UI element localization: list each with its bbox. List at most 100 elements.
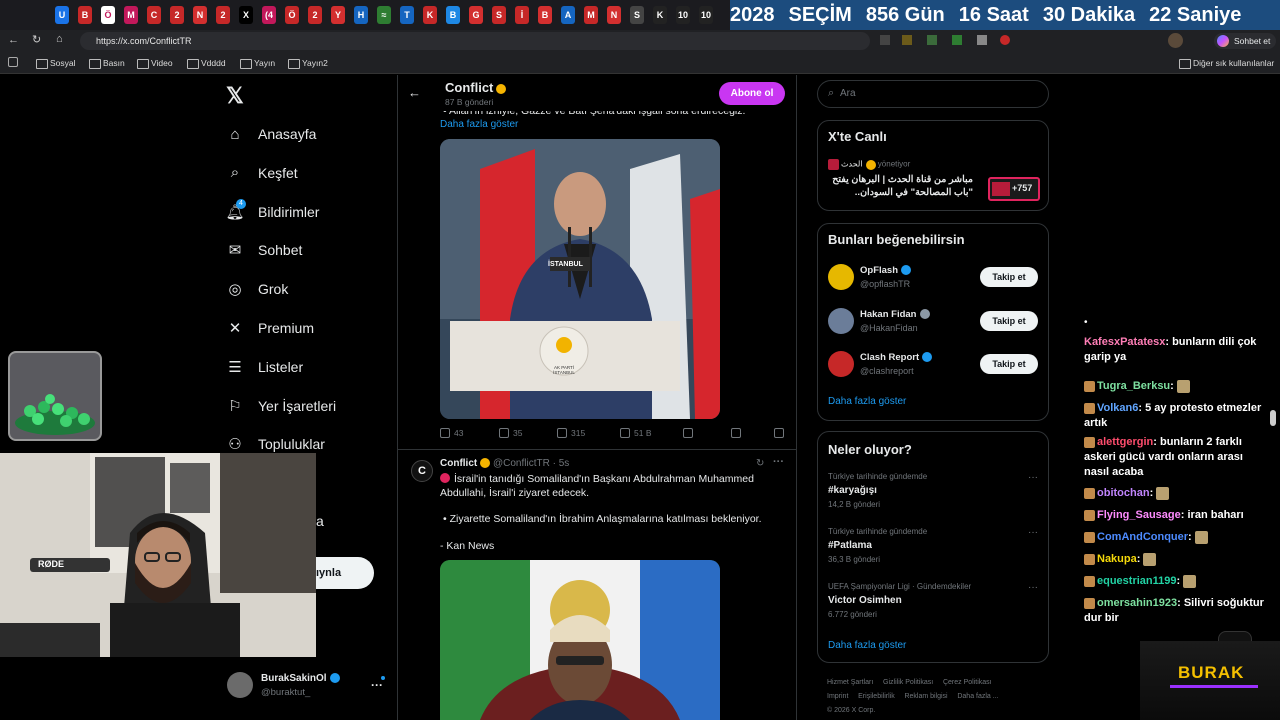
search-input[interactable]: Ara	[840, 88, 856, 99]
browser-tab[interactable]: (4	[262, 6, 276, 24]
trend-more-icon[interactable]: ···	[1028, 582, 1038, 593]
account-menu-icon[interactable]: ···	[371, 678, 383, 692]
trend-title[interactable]: #Patlama	[828, 540, 872, 551]
trend-title[interactable]: #karyağışı	[828, 485, 877, 496]
suggestion-name[interactable]: Clash Report	[860, 352, 933, 363]
footer-link[interactable]: Çerez Politikası	[943, 679, 992, 686]
footer-link[interactable]: Imprint	[827, 693, 848, 700]
browser-tab[interactable]: 2	[170, 6, 184, 24]
bookmark-folder[interactable]: Video	[137, 56, 173, 70]
browser-tab[interactable]: ≈	[377, 6, 391, 24]
browser-tab[interactable]: A	[561, 6, 575, 24]
browser-tab[interactable]: İ	[515, 6, 529, 24]
suggestion-avatar[interactable]	[828, 351, 854, 377]
other-bookmarks-folder[interactable]: Diğer sık kullanılanlar	[1179, 56, 1274, 70]
subscribe-button[interactable]: Abone ol	[719, 82, 785, 105]
suggestion-avatar[interactable]	[828, 264, 854, 290]
copilot-chat-button[interactable]: Sohbet et	[1214, 33, 1276, 49]
repost-action[interactable]: 35	[499, 428, 522, 438]
bookmark-folder[interactable]: Vdddd	[187, 56, 226, 70]
browser-tab[interactable]: Y	[331, 6, 345, 24]
browser-tab[interactable]: B	[538, 6, 552, 24]
home-icon[interactable]: ⌂	[56, 33, 63, 45]
download-action[interactable]	[774, 428, 788, 438]
browser-tab[interactable]: 2	[216, 6, 230, 24]
footer-link[interactable]: Erişilebilirlik	[858, 693, 895, 700]
nav-item-premium[interactable]: ✕ Premium	[226, 315, 314, 341]
browser-tab[interactable]: T	[400, 6, 414, 24]
bookmark-action[interactable]	[683, 428, 697, 438]
browser-tab[interactable]: 2	[308, 6, 322, 24]
browser-tab[interactable]: G	[469, 6, 483, 24]
extension-icon[interactable]	[902, 35, 912, 45]
browser-tab[interactable]: M	[124, 6, 138, 24]
browser-tab[interactable]: N	[607, 6, 621, 24]
nav-item-anasayfa[interactable]: ⌂ Anasayfa	[226, 121, 316, 147]
who-to-follow-more-link[interactable]: Daha fazla göster	[828, 396, 906, 407]
url-field[interactable]: https://x.com/ConflictTR	[80, 32, 870, 50]
browser-tab[interactable]: 10	[676, 6, 690, 24]
views-action[interactable]: 51 B	[620, 428, 652, 438]
live-listeners[interactable]: +757	[988, 177, 1040, 201]
nav-item-grok[interactable]: ◎ Grok	[226, 276, 288, 302]
browser-tab[interactable]: Ö	[285, 6, 299, 24]
like-action[interactable]: 315	[557, 428, 585, 438]
page-scrollbar-thumb[interactable]	[1270, 410, 1276, 426]
refresh-icon[interactable]: ↻	[32, 33, 41, 46]
post-author-avatar[interactable]: C	[411, 460, 433, 482]
trends-more-link[interactable]: Daha fazla göster	[828, 640, 906, 651]
browser-tab[interactable]: S	[492, 6, 506, 24]
reply-action[interactable]: 43	[440, 428, 463, 438]
footer-link[interactable]: Hizmet Şartları	[827, 679, 873, 686]
bookmark-folder[interactable]: Yayın2	[288, 56, 328, 70]
trend-more-icon[interactable]: ···	[1028, 472, 1038, 483]
nav-item-ke-fet[interactable]: ⌕ Keşfet	[226, 160, 298, 186]
reading-list-icon[interactable]	[8, 57, 18, 67]
follow-button[interactable]: Takip et	[980, 310, 1038, 331]
footer-link[interactable]: Daha fazla ...	[957, 693, 998, 700]
extension-icon[interactable]	[977, 35, 987, 45]
browser-tab[interactable]: U	[55, 6, 69, 24]
back-arrow-icon[interactable]: ←	[408, 85, 421, 100]
suggestion-avatar[interactable]	[828, 307, 854, 334]
nav-item-yer-i-aretleri[interactable]: ⚐ Yer İşaretleri	[226, 393, 336, 419]
footer-link[interactable]: Gizlilik Politikası	[883, 679, 933, 686]
suggestion-name[interactable]: OpFlash	[860, 265, 912, 276]
more-options-icon[interactable]: ···	[773, 456, 784, 468]
live-host[interactable]: الحدث yönetiyor	[828, 159, 910, 170]
back-arrow-icon[interactable]: ←	[8, 34, 19, 46]
show-more-link[interactable]: Daha fazla göster	[440, 119, 518, 130]
trend-more-icon[interactable]: ···	[1028, 527, 1038, 538]
browser-tab[interactable]: X	[239, 6, 253, 24]
browser-tab[interactable]: K	[423, 6, 437, 24]
footer-link[interactable]: Reklam bilgisi	[904, 693, 947, 700]
profile-avatar[interactable]	[1168, 33, 1183, 48]
post-author-name[interactable]: Conflict	[440, 458, 477, 469]
extension-icon[interactable]	[880, 35, 890, 45]
trend-title[interactable]: Victor Osimhen	[828, 595, 902, 606]
search-box[interactable]: ⌕ Ara	[817, 80, 1049, 108]
extension-icon[interactable]	[952, 35, 962, 45]
share-action[interactable]	[731, 428, 745, 438]
bookmark-folder[interactable]: Basın	[89, 56, 125, 70]
extension-icon[interactable]	[927, 35, 937, 45]
post-image[interactable]	[440, 560, 720, 720]
live-title[interactable]: مباشر من قناة الحدث | البرهان يفتح "باب …	[828, 173, 973, 199]
post-button[interactable]: ıynla	[316, 557, 374, 589]
bookmark-folder[interactable]: Yayın	[240, 56, 275, 70]
browser-tab[interactable]: B	[78, 6, 92, 24]
browser-tab[interactable]: K	[653, 6, 667, 24]
follow-button[interactable]: Takip et	[980, 267, 1038, 287]
browser-tab[interactable]: B	[446, 6, 460, 24]
browser-tab[interactable]: N	[193, 6, 207, 24]
suggestion-name[interactable]: Hakan Fidan	[860, 309, 930, 320]
post-image[interactable]: İSTANBUL AK PARTİ İSTANBUL	[440, 139, 720, 419]
nav-item-bildirimler[interactable]: 🔔︎ 4 Bildirimler	[225, 198, 319, 225]
browser-tab[interactable]: S	[630, 6, 644, 24]
follow-button[interactable]: Takip et	[980, 354, 1038, 374]
browser-tab[interactable]: H	[354, 6, 368, 24]
browser-tab[interactable]: 10	[699, 6, 713, 24]
x-logo-icon[interactable]: 𝕏	[226, 83, 244, 109]
account-avatar[interactable]	[227, 672, 253, 698]
grok-explain-icon[interactable]: ↻	[756, 458, 764, 469]
